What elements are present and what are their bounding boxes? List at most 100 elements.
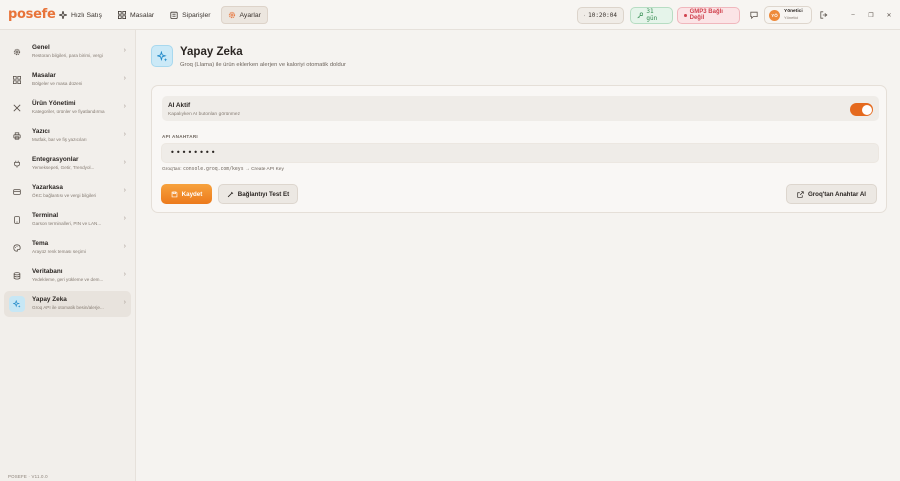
hint-suffix: → Create API Key [244, 167, 284, 172]
test-connection-button[interactable]: Bağlantıyı Test Et [218, 184, 298, 204]
user-menu[interactable]: YÖ Yönetici Yönetici [764, 6, 812, 24]
chevron-right-icon: › [123, 187, 126, 194]
ai-toggle-description: Kapalıyken AI butonları görünmez [168, 112, 240, 117]
sidebar-item-printer[interactable]: Yazıcı Mutfak, bar ve fiş yazıcıları › [4, 123, 131, 149]
gmp-status-badge[interactable]: GMP3 Bağlı Değil [677, 6, 740, 24]
database-icon [9, 268, 25, 284]
gmp-status-text: GMP3 Bağlı Değil [689, 9, 723, 21]
nav-label: Siparişler [182, 11, 211, 19]
sidebar-item-tables[interactable]: Masalar Bölgeler ve masa düzeni › [4, 67, 131, 93]
sidebar-item-subtitle: Arayüz renk teması seçimi [32, 249, 86, 254]
chevron-right-icon: › [123, 159, 126, 166]
api-key-label: API ANAHTARI [162, 134, 199, 139]
hint-url: console.groq.com/keys [182, 167, 244, 172]
app-version: POSEFE · V11.0.0 [8, 474, 48, 479]
nav-label: Hızlı Satış [71, 11, 102, 19]
sidebar-item-products[interactable]: Ürün Yönetimi Kategoriler, ürünler ve fi… [4, 95, 131, 121]
user-role: Yönetici [784, 14, 799, 20]
sidebar-item-title: Genel [32, 44, 50, 51]
sidebar-item-title: Entegrasyonlar [32, 156, 79, 163]
restore-button[interactable]: ❐ [866, 10, 876, 20]
palette-icon [9, 240, 25, 256]
sidebar-item-title: Veritabanı [32, 268, 63, 275]
page-title: Yapay Zeka [180, 46, 243, 58]
chevron-right-icon: › [123, 243, 126, 250]
sidebar-item-terminal[interactable]: Terminal Garson terminalleri, PIN ve LAN… [4, 207, 131, 233]
sidebar-item-integrations[interactable]: Entegrasyonlar Yemeksepeti, Getir, Trend… [4, 151, 131, 177]
close-button[interactable]: ✕ [884, 10, 894, 20]
ai-toggle-label: AI Aktif [168, 102, 191, 109]
sparkle-icon [59, 11, 67, 19]
get-groq-key-label: Groq'tan Anahtar Al [807, 190, 867, 198]
save-button[interactable]: Kaydet [161, 184, 212, 204]
register-icon [9, 184, 25, 200]
nav-label: Masalar [129, 11, 155, 19]
save-icon [171, 191, 177, 197]
chevron-right-icon: › [123, 271, 126, 278]
ai-toggle-row: AI Aktif Kapalıyken AI butonları görünme… [162, 96, 879, 121]
gear-icon [9, 44, 25, 60]
clock-badge: 10:20:04 [577, 6, 624, 24]
sidebar-item-title: Yapay Zeka [32, 296, 67, 303]
toggle-knob [861, 104, 872, 115]
sidebar-item-subtitle: ÖKC bağlantısı ve vergi bilgileri [32, 193, 97, 198]
sidebar-item-subtitle: Groq API ile otomatik besin/alerje... [32, 305, 104, 310]
status-dot-icon [684, 13, 687, 17]
logout-icon [820, 11, 828, 19]
printer-icon [9, 128, 25, 144]
get-groq-key-button[interactable]: Groq'tan Anahtar Al [786, 184, 877, 204]
sidebar-item-subtitle: Garson terminalleri, PIN ve LAN... [32, 221, 102, 226]
test-connection-label: Bağlantıyı Test Et [237, 190, 290, 198]
nav-label: Ayarlar [239, 11, 261, 19]
wand-icon [227, 191, 234, 197]
sidebar-item-database[interactable]: Veritabanı Yedekleme, geri yükleme ve de… [4, 263, 131, 289]
license-days-badge[interactable]: 31 gün [630, 6, 673, 24]
sidebar-item-title: Yazarkasa [32, 184, 63, 191]
sidebar-item-title: Masalar [32, 72, 56, 79]
sidebar-item-title: Tema [32, 240, 49, 247]
api-key-value: •••••••• [170, 148, 217, 157]
external-link-icon [797, 190, 804, 198]
sidebar-item-subtitle: Kategoriler, ürünler ve fiyatlandırma [32, 109, 105, 114]
chevron-right-icon: › [123, 299, 126, 306]
logout-button[interactable] [817, 8, 831, 22]
sidebar-item-ai[interactable]: Yapay Zeka Groq API ile otomatik besin/a… [4, 291, 131, 317]
key-icon [637, 12, 644, 18]
settings-sidebar: Genel Restoran bilgileri, para birimi, v… [0, 30, 136, 481]
top-bar: posefe Hızlı Satış Masalar Siparişler Ay… [0, 0, 900, 30]
nav-orders[interactable]: Siparişler [164, 6, 216, 24]
sidebar-item-subtitle: Restoran bilgileri, para birimi, vergi [32, 53, 103, 58]
chevron-right-icon: › [123, 103, 126, 110]
clock-icon [584, 14, 586, 16]
minimize-button[interactable]: – [848, 10, 858, 20]
nav-settings[interactable]: Ayarlar [220, 6, 268, 24]
grid-icon [117, 11, 126, 19]
sidebar-item-title: Ürün Yönetimi [32, 100, 76, 107]
save-label: Kaydet [181, 190, 203, 198]
chat-button[interactable] [747, 8, 761, 22]
hint-prefix: Groq'tan: [162, 167, 182, 172]
sidebar-item-subtitle: Yedekleme, geri yükleme ve dem... [32, 277, 104, 282]
clock-text: 10:20:04 [588, 11, 617, 19]
app-logo[interactable]: posefe [8, 7, 56, 22]
sidebar-item-theme[interactable]: Tema Arayüz renk teması seçimi › [4, 235, 131, 261]
gear-icon [228, 11, 235, 19]
utensils-icon [9, 100, 25, 116]
chat-icon [750, 11, 758, 19]
sidebar-item-cash-register[interactable]: Yazarkasa ÖKC bağlantısı ve vergi bilgil… [4, 179, 131, 205]
nav-tables[interactable]: Masalar [112, 6, 160, 24]
nav-quick-sale[interactable]: Hızlı Satış [53, 6, 108, 24]
chevron-right-icon: › [123, 215, 126, 222]
sidebar-item-title: Yazıcı [32, 128, 50, 135]
avatar: YÖ [769, 9, 780, 21]
sidebar-item-subtitle: Yemeksepeti, Getir, Trendyol... [32, 165, 95, 170]
sidebar-item-general[interactable]: Genel Restoran bilgileri, para birimi, v… [4, 39, 131, 65]
ai-active-toggle[interactable] [850, 103, 873, 116]
api-key-input[interactable]: •••••••• [161, 143, 879, 163]
main-nav: Hızlı Satış Masalar Siparişler Ayarlar [53, 6, 268, 24]
ai-sparkle-icon [9, 296, 25, 312]
chevron-right-icon: › [123, 131, 126, 138]
sidebar-item-title: Terminal [32, 212, 59, 219]
grid-icon [9, 72, 25, 88]
ai-settings-card: AI Aktif Kapalıyken AI butonları görünme… [151, 85, 887, 213]
